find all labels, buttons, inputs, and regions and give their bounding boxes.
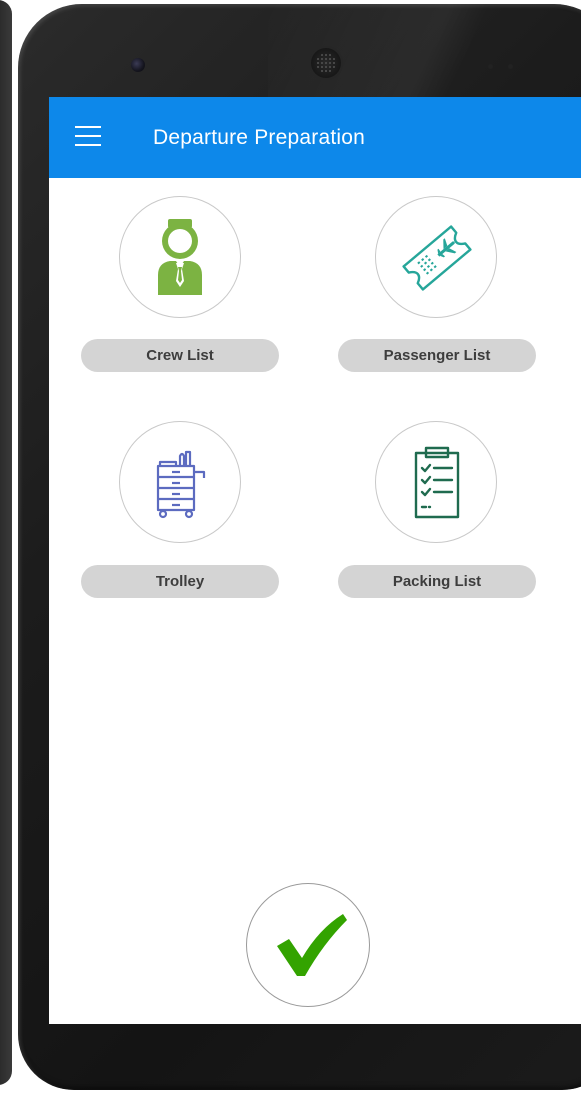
crew-list-button[interactable]: Crew List (81, 339, 279, 372)
passenger-list-tile-button[interactable] (375, 196, 497, 318)
sensor-dot (508, 64, 513, 69)
app-bar: Departure Preparation (49, 97, 581, 178)
clipboard-checklist-icon (414, 446, 460, 519)
hamburger-menu-icon[interactable] (75, 126, 101, 148)
trolley-icon (156, 450, 206, 519)
confirm-button[interactable] (246, 883, 370, 1007)
device-mockup: Departure Preparation Crew List Passenge… (0, 0, 581, 1095)
packing-list-button[interactable]: Packing List (338, 565, 536, 598)
sensor-dot (488, 64, 493, 69)
app-screen: Departure Preparation Crew List Passenge… (49, 97, 581, 1024)
trolley-button[interactable]: Trolley (81, 565, 279, 598)
crew-member-icon (158, 219, 202, 295)
adjacent-device-edge (0, 0, 12, 1085)
boarding-pass-icon (402, 225, 472, 291)
page-title: Departure Preparation (153, 126, 365, 149)
checkmark-icon (277, 914, 347, 976)
trolley-tile-button[interactable] (119, 421, 241, 543)
front-camera-icon (131, 58, 145, 72)
passenger-list-button[interactable]: Passenger List (338, 339, 536, 372)
packing-list-tile-button[interactable] (375, 421, 497, 543)
speaker-grille-icon (311, 48, 341, 78)
crew-list-tile-button[interactable] (119, 196, 241, 318)
